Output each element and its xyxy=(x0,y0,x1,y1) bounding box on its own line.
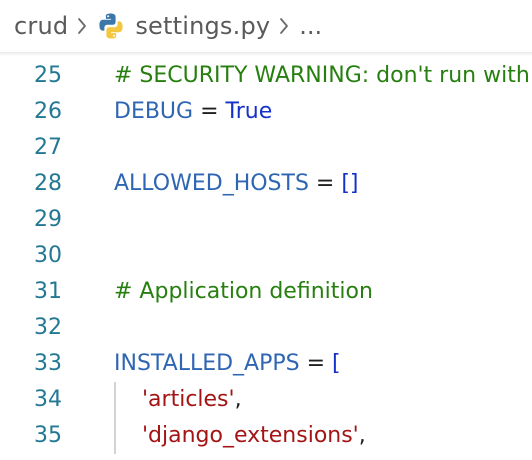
breadcrumb-file[interactable]: settings.py xyxy=(135,12,270,40)
code-line[interactable]: 33 INSTALLED_APPS = [ xyxy=(0,346,532,382)
code-keyword: True xyxy=(225,99,273,124)
code-line[interactable]: 35 'django_extensions', xyxy=(0,418,532,454)
python-icon xyxy=(97,12,125,40)
code-content: # Application definition xyxy=(114,274,373,310)
code-line[interactable]: 31 # Application definition xyxy=(0,274,532,310)
code-line[interactable]: 32 xyxy=(0,310,532,346)
line-number: 28 xyxy=(34,171,62,196)
code-editor[interactable]: 25 # SECURITY WARNING: don't run with 26 DE… xyxy=(0,58,532,460)
code-operator: = xyxy=(299,351,333,376)
breadcrumb-more[interactable]: ... xyxy=(299,12,322,40)
code-bracket: [ xyxy=(332,351,341,376)
code-content: 'django_extensions', xyxy=(142,418,366,454)
code-line[interactable]: 27 xyxy=(0,130,532,166)
code-operator: = xyxy=(308,171,342,196)
code-operator: = xyxy=(193,99,226,124)
code-comment: # SECURITY WARNING: don't run with xyxy=(114,63,530,88)
line-number: 25 xyxy=(34,63,62,88)
line-number: 26 xyxy=(34,99,62,124)
code-content: DEBUG = True xyxy=(114,94,272,130)
code-identifier: ALLOWED_HOSTS xyxy=(114,171,309,196)
line-number: 32 xyxy=(34,315,62,340)
code-identifier: DEBUG xyxy=(114,99,194,124)
code-line[interactable]: 34 'articles', xyxy=(0,382,532,418)
code-content: # SECURITY WARNING: don't run with xyxy=(114,58,530,94)
code-content: 'articles', xyxy=(142,382,242,418)
line-number: 34 xyxy=(34,387,62,412)
indent-guide xyxy=(114,418,116,454)
line-number: 35 xyxy=(34,423,62,448)
line-number: 33 xyxy=(34,351,62,376)
line-number: 31 xyxy=(34,279,62,304)
code-bracket: [] xyxy=(341,171,359,196)
code-content: INSTALLED_APPS = [ xyxy=(114,346,341,382)
code-operator: , xyxy=(234,387,242,412)
indent-guide xyxy=(114,382,116,418)
code-operator: , xyxy=(358,423,366,448)
code-line[interactable]: 30 xyxy=(0,238,532,274)
line-number: 29 xyxy=(34,207,62,232)
code-identifier: INSTALLED_APPS xyxy=(114,351,300,376)
code-line[interactable]: 29 xyxy=(0,202,532,238)
chevron-right-icon xyxy=(278,16,290,36)
line-number: 27 xyxy=(34,135,62,160)
code-content: ALLOWED_HOSTS = [] xyxy=(114,166,359,202)
line-number: 30 xyxy=(34,243,62,268)
chevron-right-icon xyxy=(76,16,88,36)
breadcrumb: crud settings.py ... xyxy=(0,0,532,52)
code-comment: # Application definition xyxy=(114,279,373,304)
editor-window: 24 crud settings.py ... 25# SECURITY WAR… xyxy=(0,0,532,460)
code-line[interactable]: 25 # SECURITY WARNING: don't run with xyxy=(0,58,532,94)
code-string: 'django_extensions' xyxy=(142,423,359,448)
breadcrumb-folder[interactable]: crud xyxy=(14,12,68,40)
code-line[interactable]: 26 DEBUG = True xyxy=(0,94,532,130)
breadcrumb-divider xyxy=(0,52,532,56)
code-line[interactable]: 28 ALLOWED_HOSTS = [] xyxy=(0,166,532,202)
code-string: 'articles' xyxy=(142,387,235,412)
